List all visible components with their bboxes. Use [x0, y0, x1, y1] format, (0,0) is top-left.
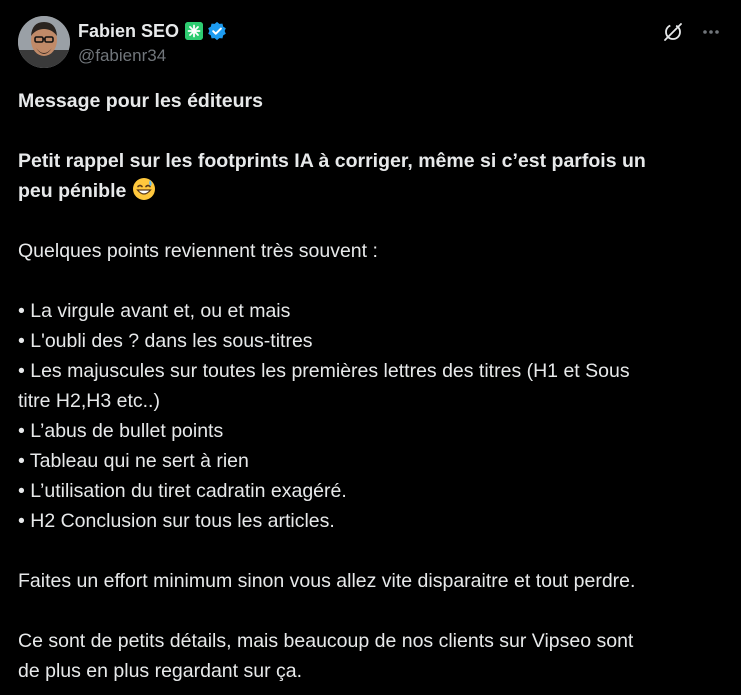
more-icon[interactable]: [699, 20, 723, 44]
post-title: Message pour les éditeurs: [18, 90, 263, 112]
post-subtitle-line2: peu pénible: [18, 180, 127, 202]
sparkle-badge-icon: [185, 22, 204, 40]
bullet-item: • Les majuscules sur toutes les première…: [18, 360, 630, 382]
tweet-text: Message pour les éditeurs Petit rappel s…: [18, 86, 723, 686]
post-closing-line2: de plus en plus regardant sur ça.: [18, 660, 303, 682]
bullet-item: • L’abus de bullet points: [18, 420, 224, 442]
bullet-item: • L'oubli des ? dans les sous-titres: [18, 330, 313, 352]
bullet-item-continuation: titre H2,H3 etc..): [18, 390, 160, 412]
avatar[interactable]: [18, 16, 70, 68]
post-closing-line1: Ce sont de petits détails, mais beaucoup…: [18, 630, 634, 652]
post-subtitle-line2-row: peu pénible: [18, 176, 723, 206]
bullet-item: • Tableau qui ne sert à rien: [18, 450, 249, 472]
post-subtitle-line1: Petit rappel sur les footprints IA à cor…: [18, 150, 646, 172]
bullet-item: • L’utilisation du tiret cadratin exagér…: [18, 480, 347, 502]
tweet-header: Fabien SEO @fabienr34: [18, 16, 723, 70]
display-name[interactable]: Fabien SEO: [78, 20, 179, 42]
post-warning: Faites un effort minimum sinon vous alle…: [18, 570, 636, 592]
tweet: Fabien SEO @fabienr34 Message pour les é…: [0, 0, 741, 695]
name-row: Fabien SEO: [78, 20, 227, 42]
tweet-actions: [661, 20, 723, 44]
author-info: Fabien SEO @fabienr34: [78, 20, 227, 66]
bullet-item: • La virgule avant et, ou et mais: [18, 300, 291, 322]
handle[interactable]: @fabienr34: [78, 46, 227, 66]
verified-badge-icon: [207, 21, 227, 41]
post-intro: Quelques points reviennent très souvent …: [18, 240, 378, 262]
bullet-item: • H2 Conclusion sur tous les articles.: [18, 510, 335, 532]
grok-icon[interactable]: [661, 20, 685, 44]
grinning-sweat-emoji-icon: [132, 177, 156, 210]
